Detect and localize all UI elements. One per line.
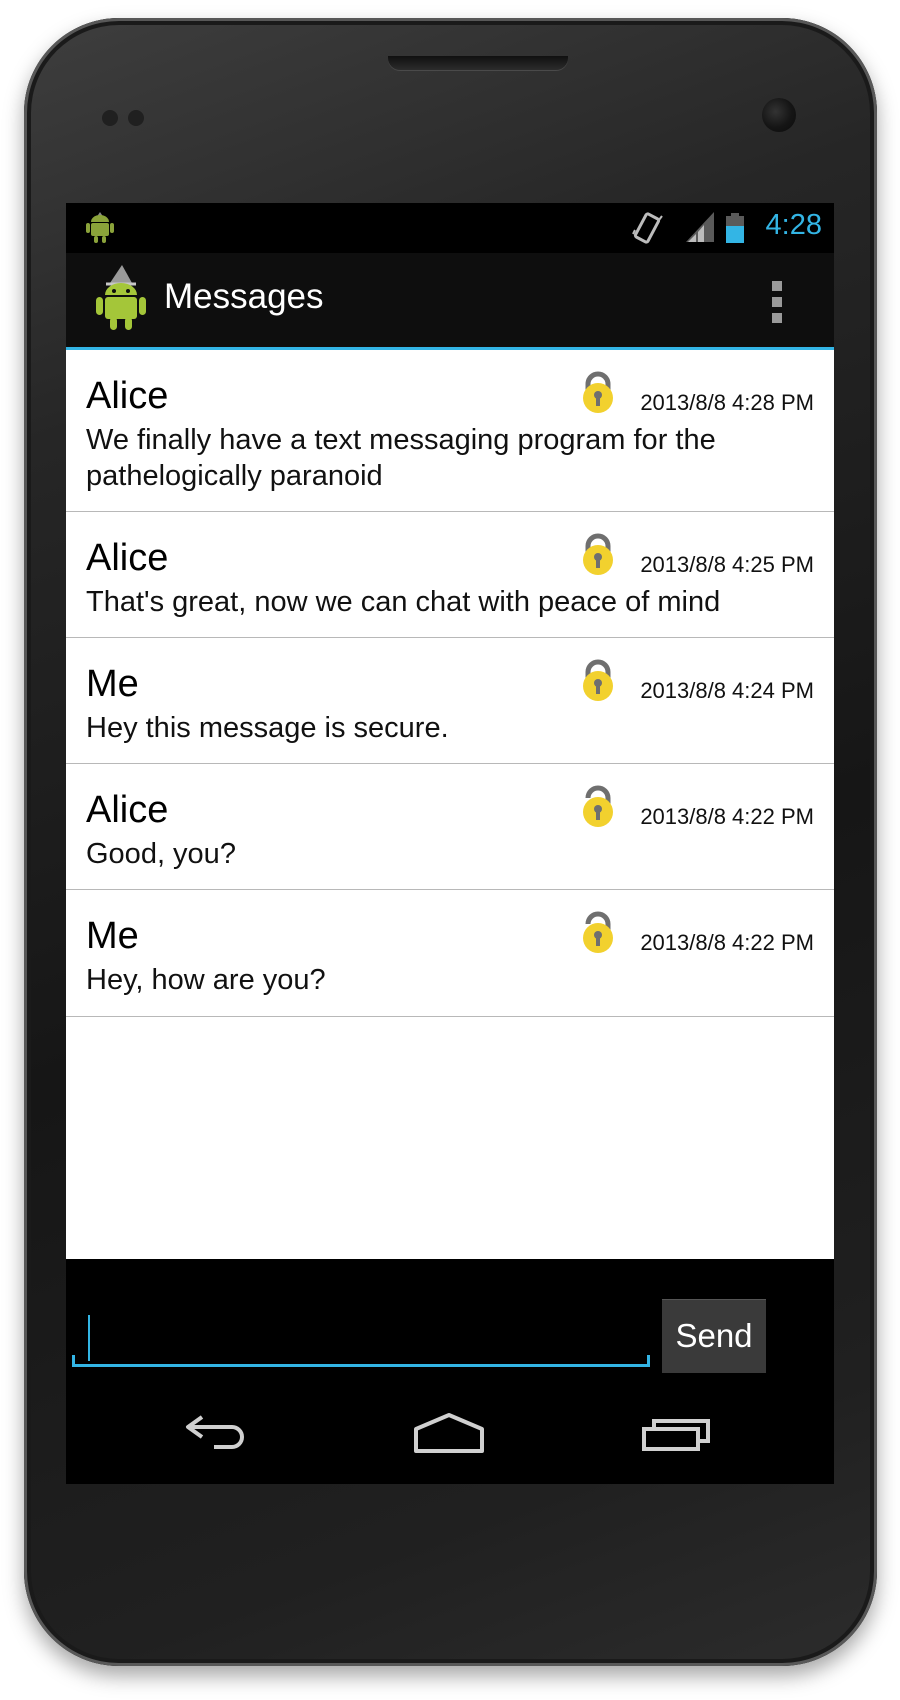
unlocked-padlock-icon <box>583 911 613 953</box>
status-bar: 4:28 <box>66 203 834 253</box>
android-notification-icon <box>86 212 114 243</box>
message-list: Alice 2013/8/8 4:28 PM We finally have a… <box>66 350 834 1259</box>
message-sender: Alice <box>86 789 169 831</box>
screen: 4:28 Messages Alice 2013/8/8 4:28 PM We … <box>66 203 834 1484</box>
home-icon[interactable] <box>414 1411 484 1457</box>
overflow-menu-icon[interactable] <box>772 281 784 323</box>
unlocked-padlock-icon <box>583 785 613 827</box>
input-left-edge <box>72 1355 75 1367</box>
message-row[interactable]: Alice 2013/8/8 4:25 PM That's great, now… <box>66 512 834 638</box>
message-text: That's great, now we can chat with peace… <box>86 586 721 618</box>
text-cursor <box>88 1315 90 1361</box>
light-sensor <box>128 110 144 126</box>
signal-icon <box>686 212 714 242</box>
front-camera <box>762 98 796 132</box>
message-text: We finally have a text messaging program… <box>86 424 716 492</box>
message-sender: Alice <box>86 537 169 579</box>
message-text: Hey, how are you? <box>86 964 326 996</box>
message-row[interactable]: Me 2013/8/8 4:22 PM Hey, how are you? <box>66 890 834 1017</box>
status-time: 4:28 <box>765 209 822 241</box>
navigation-bar <box>66 1399 834 1484</box>
message-timestamp: 2013/8/8 4:25 PM <box>640 552 814 577</box>
message-timestamp: 2013/8/8 4:24 PM <box>640 678 814 703</box>
locked-padlock-icon <box>583 659 613 701</box>
send-button[interactable]: Send <box>662 1299 766 1373</box>
message-row[interactable]: Me 2013/8/8 4:24 PM Hey this message is … <box>66 638 834 764</box>
proximity-sensor <box>102 110 118 126</box>
action-bar: Messages <box>66 253 834 350</box>
message-row[interactable]: Alice 2013/8/8 4:22 PM Good, you? <box>66 764 834 890</box>
message-input[interactable] <box>72 1303 650 1367</box>
message-text: Good, you? <box>86 838 236 870</box>
locked-padlock-icon <box>583 371 613 413</box>
message-sender: Alice <box>86 375 169 417</box>
message-text: Hey this message is secure. <box>86 712 449 744</box>
vibrate-icon <box>632 212 663 244</box>
android-wizard-logo-icon[interactable] <box>96 265 146 331</box>
message-timestamp: 2013/8/8 4:22 PM <box>640 804 814 829</box>
locked-padlock-icon <box>583 533 613 575</box>
input-right-edge <box>647 1355 650 1367</box>
app-title: Messages <box>164 277 324 316</box>
message-sender: Me <box>86 663 139 705</box>
message-timestamp: 2013/8/8 4:28 PM <box>640 390 814 415</box>
back-icon[interactable] <box>184 1411 250 1457</box>
earpiece-speaker <box>388 56 568 70</box>
message-timestamp: 2013/8/8 4:22 PM <box>640 930 814 955</box>
message-row[interactable]: Alice 2013/8/8 4:28 PM We finally have a… <box>66 350 834 512</box>
composer-bar: Send <box>66 1259 834 1399</box>
recent-apps-icon[interactable] <box>642 1411 712 1457</box>
message-sender: Me <box>86 915 139 957</box>
battery-icon <box>726 213 744 243</box>
